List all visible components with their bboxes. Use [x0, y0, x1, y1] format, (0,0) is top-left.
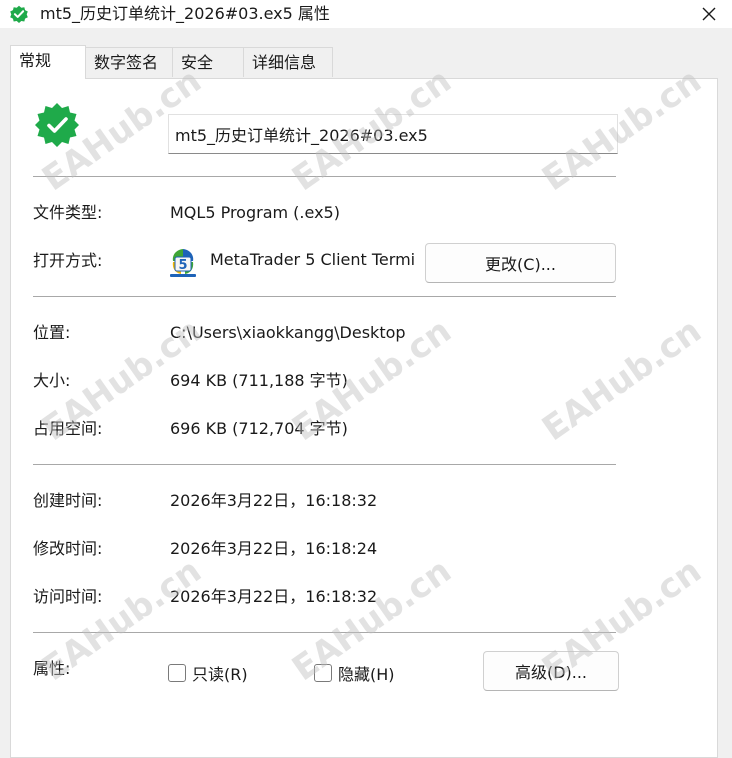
open-with-app-name: MetaTrader 5 Client Terminal — [210, 250, 414, 269]
change-button[interactable]: 更改(C)... — [425, 243, 616, 283]
accessed-label: 访问时间: — [33, 587, 103, 606]
verified-shield-icon — [10, 5, 28, 23]
created-label: 创建时间: — [33, 491, 103, 510]
hidden-checkbox-label: 隐藏(H) — [338, 665, 395, 684]
separator — [33, 176, 616, 177]
separator — [33, 296, 616, 297]
close-button[interactable] — [686, 0, 732, 28]
readonly-checkbox-box[interactable] — [168, 664, 186, 682]
modified-value: 2026年3月22日，16:18:24 — [170, 539, 378, 558]
location-label: 位置: — [33, 323, 71, 342]
file-name-input[interactable] — [168, 114, 618, 154]
file-type-value: MQL5 Program (.ex5) — [170, 203, 340, 222]
close-icon — [702, 7, 716, 21]
modified-label: 修改时间: — [33, 539, 103, 558]
hidden-checkbox-box[interactable] — [314, 664, 332, 682]
accessed-value: 2026年3月22日，16:18:32 — [170, 587, 378, 606]
title-bar: mt5_历史订单统计_2026#03.ex5 属性 — [0, 0, 732, 28]
location-value: C:\Users\xiaokkangg\Desktop — [170, 323, 406, 342]
file-gear-icon — [35, 103, 79, 147]
window-title: mt5_历史订单统计_2026#03.ex5 属性 — [40, 4, 330, 23]
readonly-checkbox-label: 只读(R) — [192, 665, 248, 684]
separator — [33, 464, 616, 465]
file-type-label: 文件类型: — [33, 203, 103, 222]
disk-size-value: 696 KB (712,704 字节) — [170, 419, 348, 438]
attributes-label: 属性: — [33, 659, 71, 678]
readonly-checkbox[interactable]: 只读(R) — [168, 661, 248, 685]
tab-security[interactable]: 安全 — [172, 47, 244, 77]
size-label: 大小: — [33, 371, 71, 390]
open-with-label: 打开方式: — [33, 251, 103, 270]
tab-general[interactable]: 常规 — [10, 45, 86, 79]
separator — [33, 632, 616, 633]
size-value: 694 KB (711,188 字节) — [170, 371, 348, 390]
tab-digital-signatures[interactable]: 数字签名 — [85, 47, 173, 77]
metatrader-icon: 5 — [170, 249, 196, 277]
advanced-button[interactable]: 高级(D)... — [483, 651, 619, 691]
hidden-checkbox[interactable]: 隐藏(H) — [314, 661, 395, 685]
disk-size-label: 占用空间: — [33, 419, 103, 438]
created-value: 2026年3月22日，16:18:32 — [170, 491, 378, 510]
svg-text:5: 5 — [178, 258, 187, 273]
tab-details[interactable]: 详细信息 — [243, 47, 333, 77]
